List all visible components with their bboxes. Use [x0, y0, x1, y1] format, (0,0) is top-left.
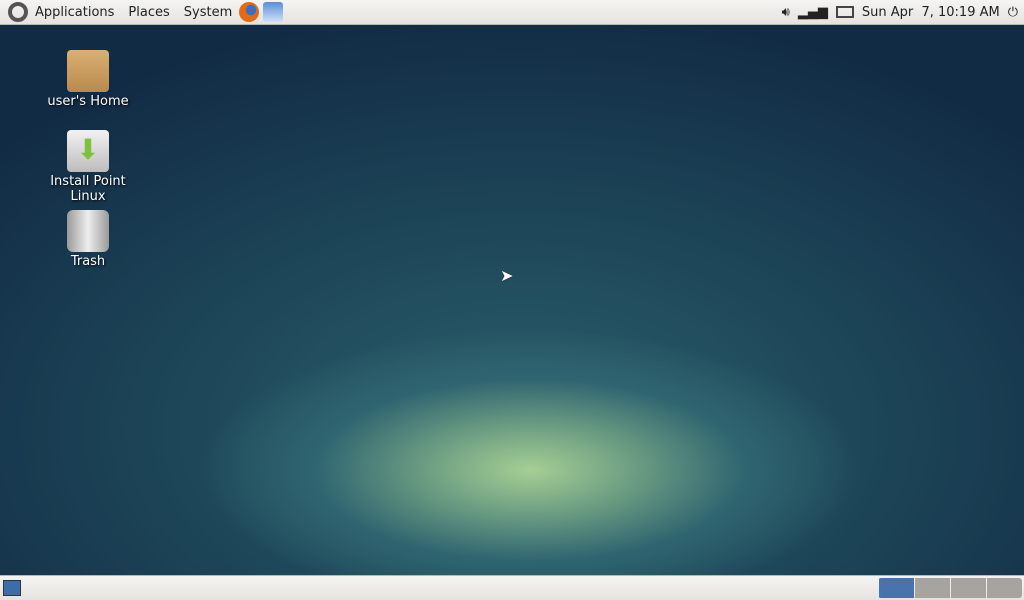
places-menu[interactable]: Places	[121, 0, 176, 25]
desktop-icon-trash[interactable]: Trash	[33, 210, 143, 269]
distro-logo-icon[interactable]	[8, 2, 28, 22]
workspace-2[interactable]	[915, 578, 950, 598]
desktop-icon-install[interactable]: ⬇ Install Point Linux	[33, 130, 143, 204]
battery-icon[interactable]	[835, 6, 854, 18]
power-icon[interactable]: ⏻	[1008, 5, 1018, 20]
workspace-1[interactable]	[879, 578, 914, 598]
bottom-panel	[0, 575, 1024, 600]
clock[interactable]: Sun Apr 7, 10:19 AM	[862, 5, 1000, 20]
home-folder-icon	[67, 50, 109, 92]
workspace-4[interactable]	[987, 578, 1022, 598]
workspace-switcher	[878, 578, 1022, 598]
install-icon: ⬇	[67, 130, 109, 172]
volume-icon[interactable]: 🔊︎	[782, 5, 790, 20]
show-desktop-icon[interactable]	[3, 580, 21, 596]
desktop-icon-label: user's Home	[47, 94, 129, 109]
mouse-cursor: ➤	[500, 266, 514, 285]
top-panel: Applications Places System 🔊︎ ▂▄▆ Sun Ap…	[0, 0, 1024, 25]
system-menu[interactable]: System	[177, 0, 239, 25]
desktop-icon-label: Trash	[70, 254, 106, 269]
thunderbird-icon[interactable]	[263, 2, 284, 22]
trash-icon	[67, 210, 109, 252]
applications-menu[interactable]: Applications	[28, 0, 121, 25]
network-signal-icon[interactable]: ▂▄▆	[798, 5, 828, 20]
desktop-icon-label: Install Point Linux	[50, 174, 126, 204]
firefox-icon[interactable]	[239, 2, 260, 22]
workspace-3[interactable]	[951, 578, 986, 598]
desktop-icon-home[interactable]: user's Home	[33, 50, 143, 109]
